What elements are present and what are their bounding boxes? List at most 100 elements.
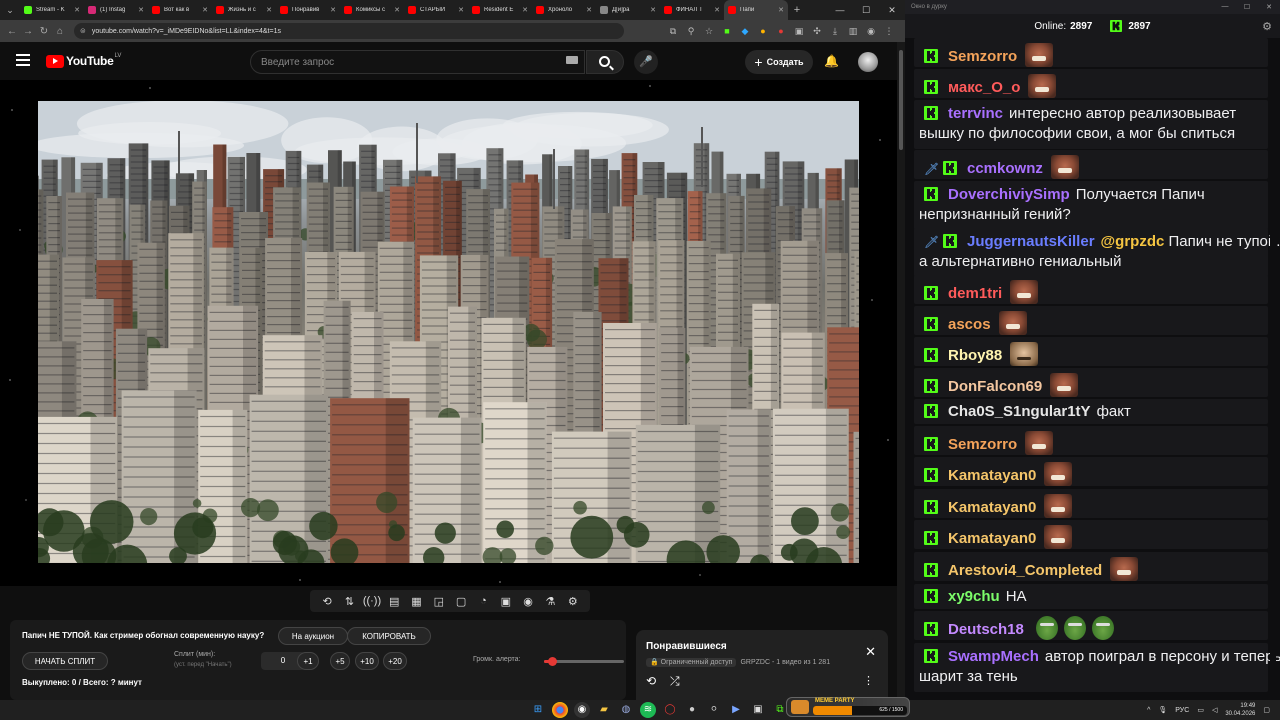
new-tab-button[interactable]: +: [788, 4, 806, 16]
chat-scrollbar[interactable]: [1270, 38, 1276, 698]
media-player-icon[interactable]: ▶: [728, 702, 744, 718]
chat-username[interactable]: xy9chu: [948, 588, 1000, 605]
maximize-icon[interactable]: ☐: [853, 5, 879, 16]
tab-close-icon[interactable]: ✕: [650, 6, 656, 14]
search-input[interactable]: Введите запрос: [250, 50, 585, 74]
flask-icon[interactable]: ⚗: [541, 595, 559, 608]
search-button[interactable]: [586, 50, 624, 74]
tray-chevron-icon[interactable]: ^: [1147, 707, 1150, 714]
more-options-icon[interactable]: ⋮: [863, 674, 874, 687]
split-increment-button[interactable]: +20: [383, 652, 407, 670]
split-increment-button[interactable]: +5: [330, 652, 350, 670]
auction-button[interactable]: На аукцион: [278, 627, 348, 645]
youtube-logo[interactable]: YouTube LV: [46, 53, 121, 68]
alert-volume-slider[interactable]: [544, 657, 624, 666]
start-split-button[interactable]: НАЧАТЬ СПЛИТ: [22, 652, 108, 670]
chat-username[interactable]: ccmkownz: [967, 160, 1043, 177]
tab-close-icon[interactable]: ✕: [202, 6, 208, 14]
chrome-icon[interactable]: [552, 702, 568, 718]
back-icon[interactable]: ←: [4, 26, 20, 37]
spotify-icon[interactable]: ≋: [640, 702, 656, 718]
keyboard-icon[interactable]: [566, 56, 578, 64]
chat-mention[interactable]: @grpzdc: [1101, 233, 1165, 250]
voice-search-button[interactable]: 🎤: [634, 50, 658, 74]
explorer-icon[interactable]: ▰: [596, 702, 612, 718]
playlist-title[interactable]: Понравившиеся: [646, 641, 727, 652]
extension-a-icon[interactable]: ◆: [739, 25, 751, 37]
browser-tab[interactable]: Папи ✕: [724, 0, 788, 20]
chat-username[interactable]: DoverchiviySimp: [948, 186, 1070, 203]
browser-tab[interactable]: Комиксы с ✕: [340, 0, 404, 20]
chat-username[interactable]: Kamatayan0: [948, 530, 1036, 547]
chat-maximize-icon[interactable]: ☐: [1236, 3, 1258, 11]
tab-search-icon[interactable]: ⌄: [0, 0, 20, 20]
settings-gear-icon[interactable]: ⚙: [564, 595, 582, 608]
install-icon[interactable]: ⧉: [667, 25, 679, 37]
chat-close-icon[interactable]: ✕: [1258, 3, 1280, 11]
video-player[interactable]: [0, 80, 897, 586]
browser-tab[interactable]: Хроноло ✕: [532, 0, 596, 20]
chat-username[interactable]: Cha0S_S1ngular1tY: [948, 403, 1091, 420]
menu-icon[interactable]: [16, 54, 30, 66]
obs-icon[interactable]: ◉: [574, 702, 590, 718]
camera-icon[interactable]: ◉: [519, 595, 537, 608]
tray-volume-icon[interactable]: ◁: [1212, 706, 1217, 714]
url-field[interactable]: ⊜ youtube.com/watch?v=_iMDe9EIDNo&list=L…: [74, 23, 624, 39]
tab-close-icon[interactable]: ✕: [714, 6, 720, 14]
tab-close-icon[interactable]: ✕: [138, 6, 144, 14]
chat-username[interactable]: DonFalcon69: [948, 378, 1042, 395]
split-increment-button[interactable]: +10: [355, 652, 379, 670]
site-info-icon[interactable]: ⊜: [80, 27, 86, 35]
browser-tab[interactable]: Stream - K ✕: [20, 0, 84, 20]
shuffle-icon[interactable]: ⤮: [670, 674, 680, 689]
tray-lang[interactable]: РУС: [1175, 707, 1189, 714]
frame-icon[interactable]: ▢: [452, 595, 470, 608]
browser-tab[interactable]: ФИНАЛ Т ✕: [660, 0, 724, 20]
speed-icon[interactable]: ◔: [474, 595, 492, 607]
loop-icon[interactable]: ⟲: [318, 595, 336, 608]
view-icon[interactable]: ▤: [385, 595, 403, 608]
tab-close-icon[interactable]: ✕: [266, 6, 272, 14]
start-icon[interactable]: ⊞: [530, 702, 546, 718]
steam-icon[interactable]: ◍: [618, 702, 634, 718]
browser-tab[interactable]: Д[и]ра ✕: [596, 0, 660, 20]
opera-icon[interactable]: ◯: [662, 702, 678, 718]
sort-icon[interactable]: ⇅: [340, 595, 358, 608]
chat-username[interactable]: Kamatayan0: [948, 467, 1036, 484]
alert-volume-knob[interactable]: [548, 657, 557, 666]
tab-close-icon[interactable]: ✕: [394, 6, 400, 14]
create-button[interactable]: + Создать: [745, 50, 813, 74]
chat-username[interactable]: JuggernautsKiller: [967, 233, 1095, 250]
app-a-icon[interactable]: ●: [684, 702, 700, 718]
app-c-icon[interactable]: ▣: [750, 702, 766, 718]
chat-username[interactable]: Arestovi4_Completed: [948, 562, 1102, 579]
tab-close-icon[interactable]: ✕: [458, 6, 464, 14]
chat-username[interactable]: terrvinc: [948, 105, 1003, 122]
chat-username[interactable]: SwampMech: [948, 648, 1039, 665]
chat-username[interactable]: Semzorro: [948, 436, 1017, 453]
clock[interactable]: 19:49 30.04.2026: [1225, 702, 1255, 718]
app-b-icon[interactable]: ⚪: [706, 702, 722, 718]
browser-tab[interactable]: (1) Instag ✕: [84, 0, 148, 20]
repeat-icon[interactable]: ⟲: [646, 674, 656, 688]
screenshot-icon[interactable]: ▣: [497, 595, 515, 608]
tray-notification-icon[interactable]: ▢: [1263, 706, 1270, 714]
bookmark-star-icon[interactable]: ☆: [703, 25, 715, 37]
tray-mic-icon[interactable]: 🎙: [1158, 706, 1167, 714]
extension-c-icon[interactable]: ●: [775, 25, 787, 37]
copy-button[interactable]: КОПИРОВАТЬ: [347, 627, 431, 645]
extensions-puzzle-icon[interactable]: ✣: [811, 25, 823, 37]
page-scrollbar[interactable]: [897, 42, 905, 698]
split-increment-button[interactable]: +1: [297, 652, 319, 670]
browser-tab[interactable]: Вот как в ✕: [148, 0, 212, 20]
tray-network-icon[interactable]: ▭: [1197, 706, 1204, 714]
profile-icon[interactable]: ◉: [865, 25, 877, 37]
chat-username[interactable]: dem1tri: [948, 285, 1002, 302]
browser-tab[interactable]: СТАРЫЙ ✕: [404, 0, 468, 20]
notifications-bell-icon[interactable]: 🔔: [824, 54, 839, 68]
reload-icon[interactable]: ↻: [36, 26, 52, 37]
chat-username[interactable]: Semzorro: [948, 48, 1017, 65]
chat-username[interactable]: Kamatayan0: [948, 499, 1036, 516]
download-icon[interactable]: ⤓: [829, 25, 841, 37]
film-icon[interactable]: ▦: [407, 595, 425, 608]
